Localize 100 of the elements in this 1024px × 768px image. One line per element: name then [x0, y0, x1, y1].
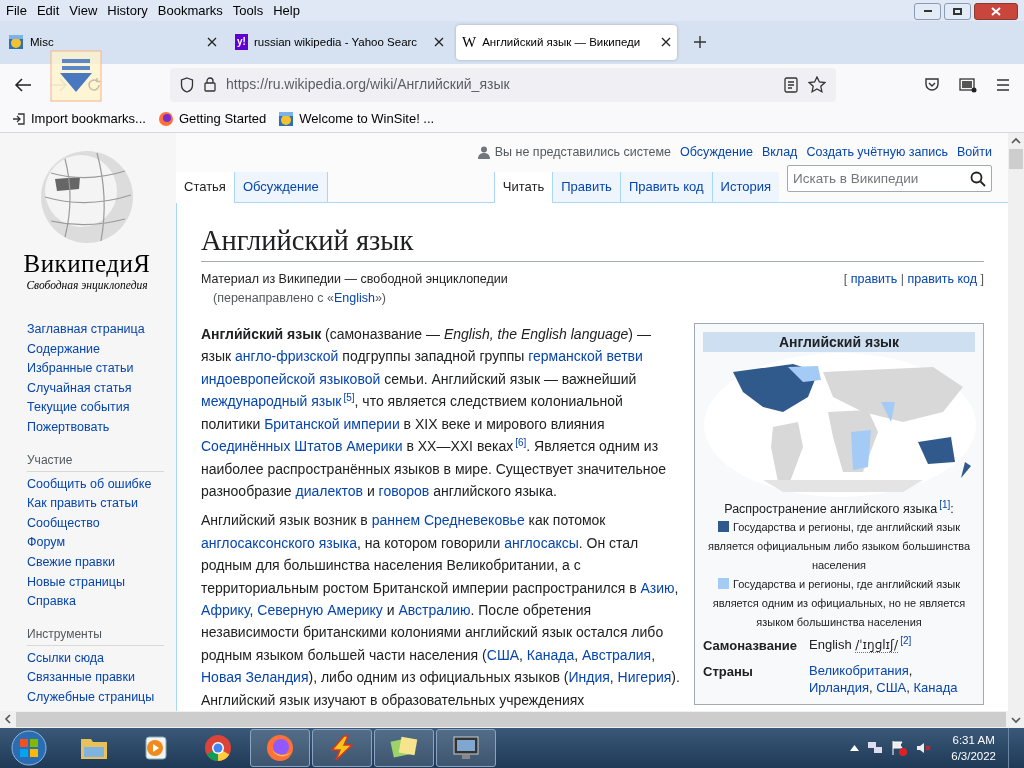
menu-item[interactable]: Edit — [31, 0, 65, 21]
search-field[interactable]: Искать в Википедии — [787, 165, 992, 193]
article-paragraph: Английский язык возник в раннем Средневековье как потомок англосаксонского языка, на котором говорили англосаксы. Он стал родным для большинства населения Великобритании, а с территориальным ростом Британской империи распространился в Азию, Африку, Северную Америку и Австралию. После обретения независимости британскими колониями английский язык остался либо родным языком большей части населения (США, Канада, Австралия, Новая Зеландия), либо одним из официальных языков (Индия, Нигерия). Английский язык изучают в образовательных учреждениях — [201, 511, 681, 710]
close-icon[interactable] — [434, 37, 444, 48]
sidebar-link[interactable]: Избранные статьи — [27, 359, 168, 379]
link[interactable]: англосаксы — [504, 534, 579, 551]
page-tab[interactable]: Читать — [493, 171, 553, 203]
network-icon[interactable] — [867, 740, 884, 756]
link[interactable]: Канада — [913, 679, 958, 695]
link[interactable]: индоевропейской языковой — [201, 370, 381, 387]
browser-tab[interactable]: y! russian wikipedia - Yahoo Searc — [229, 24, 450, 60]
menu-item[interactable]: File — [1, 0, 32, 21]
link[interactable]: Великобритания — [809, 662, 909, 678]
link[interactable]: Индия — [568, 669, 610, 686]
sidebar-link[interactable]: Свежие правки — [27, 552, 168, 573]
link[interactable]: Нигерия — [617, 669, 672, 686]
taskbar-app[interactable] — [436, 729, 496, 767]
taskbar-app[interactable] — [374, 729, 434, 767]
link[interactable]: English — [333, 291, 375, 306]
link[interactable]: Австралия — [582, 646, 652, 663]
browser-tab[interactable]: Misc — [2, 24, 223, 60]
vertical-scrollbar[interactable] — [1008, 133, 1024, 728]
link[interactable]: диалектов — [295, 482, 363, 499]
link[interactable]: международный язык — [201, 393, 342, 410]
sidebar-link[interactable]: Справка — [27, 592, 168, 612]
user-link[interactable]: Войти — [957, 142, 992, 162]
page-tab[interactable]: Править — [552, 171, 620, 203]
menu-item[interactable]: Tools — [227, 0, 269, 21]
link[interactable]: Северную Америку — [257, 601, 383, 618]
pocket-icon[interactable] — [924, 77, 940, 93]
minimize-button[interactable] — [914, 2, 941, 20]
link[interactable]: Азию — [640, 579, 675, 596]
reference-link[interactable]: [2] — [900, 635, 912, 647]
article-paragraph: Англи́йский язык (самоназвание — English, the English language) — язык англо-фризской подгруппы западной группы германской ветви индоевропейской языковой семьи. Английский язык — важнейший международный язык$^{[5]}$, что является следствием колониальной политики Британской империи в XIX веке и мирового влияния Соединённых Штатов Америки в XX—XXI веках$^{[6]}$. Является одним из наиболее распространённых языков в мире. Существует значительное разнообразие диалектов и говоров английского языка. — [201, 325, 668, 501]
close-button[interactable] — [974, 2, 1018, 20]
sidebar-link[interactable]: Заглавная страница — [27, 320, 168, 340]
sidebar-link[interactable]: Форум — [27, 533, 168, 553]
link[interactable]: править — [850, 271, 898, 286]
reference-link[interactable]: [1] — [939, 499, 951, 511]
star-icon[interactable] — [808, 76, 826, 94]
menu-item[interactable]: Bookmarks — [152, 0, 228, 21]
link[interactable]: править код — [907, 271, 978, 286]
reference-link[interactable]: [6] — [515, 437, 527, 449]
sidebar-link[interactable]: Текущие события — [27, 398, 168, 418]
page-tab[interactable]: Править код — [619, 171, 712, 203]
page-tab[interactable]: Обсуждение — [234, 171, 328, 203]
sidebar-link[interactable]: Служебные страницы — [27, 687, 168, 708]
browser-tab[interactable]: W Английский язык — Википеди — [456, 24, 677, 60]
menu-item[interactable]: History — [102, 0, 153, 21]
link[interactable]: Ирландия — [809, 679, 869, 695]
scrollbar-thumb[interactable] — [1009, 149, 1023, 169]
sidebar-link[interactable]: Ссылки сюда — [27, 648, 168, 669]
link[interactable]: Соединённых Штатов Америки — [201, 438, 403, 455]
user-link[interactable]: Обсуждение — [680, 142, 753, 162]
close-icon[interactable] — [661, 37, 671, 48]
sidebar-link[interactable]: Сообщить об ошибке — [27, 474, 168, 495]
play-icon — [143, 735, 169, 761]
user-link[interactable]: Создать учётную запись — [806, 142, 948, 162]
taskbar-app[interactable] — [312, 729, 372, 767]
link[interactable]: Австралию — [398, 601, 471, 618]
map-caption: Распространение английского языка $^{[1]}$: — [723, 500, 955, 519]
globe-icon — [8, 34, 24, 51]
back-arrow-icon[interactable] — [14, 76, 32, 93]
sidebar-link[interactable]: Пожертвовать — [27, 417, 168, 438]
flag-error-icon[interactable] — [891, 740, 908, 756]
link[interactable]: Африку — [201, 601, 250, 618]
link[interactable]: Британской империи — [264, 415, 400, 432]
link[interactable]: говоров — [378, 482, 430, 499]
shield-icon[interactable] — [180, 76, 194, 93]
reference-link[interactable]: [5] — [343, 392, 355, 404]
sidebar-link[interactable]: Сообщество — [27, 513, 168, 534]
menu-item[interactable]: Help — [268, 0, 305, 21]
link[interactable]: англосаксонского языка — [201, 534, 357, 551]
link[interactable]: Новая Зеландия — [201, 669, 309, 686]
sidebar-link[interactable]: Новые страницы — [27, 572, 168, 593]
page-tab[interactable]: История — [711, 171, 779, 203]
address-bar[interactable]: https://ru.wikipedia.org/wiki/Английский_язык — [170, 67, 836, 102]
menu-item[interactable]: View — [64, 0, 103, 21]
sidebar-link[interactable]: Связанные правки — [27, 668, 168, 688]
sidebar-link[interactable]: Содержание — [27, 339, 168, 360]
restore-button[interactable] — [944, 2, 971, 20]
page-tab[interactable]: Статья — [176, 171, 235, 203]
speaker-muted-icon[interactable] — [915, 740, 932, 756]
reader-view-icon[interactable] — [784, 76, 798, 93]
bookmark[interactable]: Welcome to WinSite! ... — [278, 109, 435, 129]
bookmark[interactable]: Getting Started — [157, 109, 267, 129]
sidebar-link[interactable]: Случайная статья — [27, 378, 168, 399]
plus-icon[interactable] — [693, 35, 707, 50]
link[interactable]: германской ветви — [528, 348, 643, 365]
menu-icon[interactable] — [996, 78, 1010, 91]
search-icon[interactable] — [970, 170, 986, 187]
lock-icon[interactable] — [204, 77, 216, 93]
show-hidden-icons-icon[interactable] — [850, 745, 860, 751]
sidebar-link[interactable]: Как править статьи — [27, 494, 168, 514]
extension-icon[interactable] — [959, 76, 977, 93]
link[interactable]: англо-фризской — [235, 348, 339, 365]
link[interactable]: раннем Средневековье — [371, 512, 525, 529]
user-link[interactable]: Вклад — [761, 142, 798, 162]
bookmark[interactable]: Import bookmarks... — [12, 109, 146, 129]
close-icon[interactable] — [207, 37, 217, 48]
